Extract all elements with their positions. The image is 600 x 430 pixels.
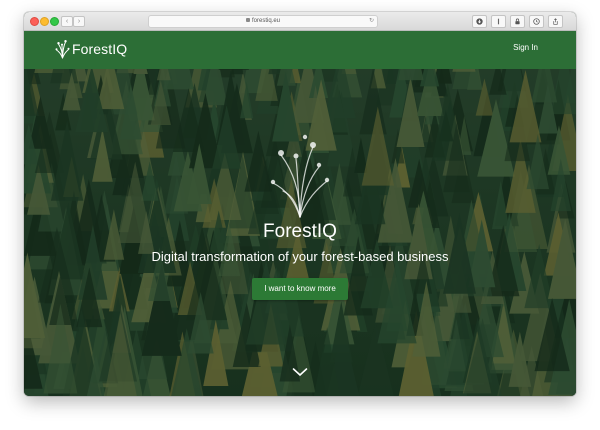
extension-icon[interactable] xyxy=(491,15,506,28)
browser-toolbar: ‹ › forestiq.eu ↻ xyxy=(24,12,576,31)
chevron-down-icon[interactable] xyxy=(292,367,308,377)
hero-plant-emblem-icon xyxy=(270,134,330,218)
maximize-window-button[interactable] xyxy=(50,17,59,26)
logo-plant-icon xyxy=(55,40,70,59)
lock-icon xyxy=(245,18,250,22)
address-url: forestiq.eu xyxy=(251,18,281,24)
close-window-button[interactable] xyxy=(30,17,39,26)
download-icon[interactable] xyxy=(472,15,487,28)
history-icon[interactable] xyxy=(529,15,544,28)
sign-in-link[interactable]: Sign In xyxy=(513,43,538,52)
logo-text: ForestIQ xyxy=(72,41,128,57)
address-bar[interactable]: forestiq.eu ↻ xyxy=(148,15,378,28)
hero-subtitle: Digital transformation of your forest-ba… xyxy=(151,249,449,264)
browser-window: ‹ › forestiq.eu ↻ ForestIQ Sign In Fores… xyxy=(24,12,576,396)
site-header: ForestIQ Sign In xyxy=(24,31,576,69)
password-icon[interactable] xyxy=(510,15,525,28)
know-more-button[interactable]: I want to know more xyxy=(252,278,348,300)
reload-icon[interactable]: ↻ xyxy=(369,16,374,27)
hero-section: ForestIQ Digital transformation of your … xyxy=(24,69,576,396)
minimize-window-button[interactable] xyxy=(40,17,49,26)
hero-title: ForestIQ xyxy=(263,221,337,242)
share-icon[interactable] xyxy=(548,15,563,28)
back-button[interactable]: ‹ xyxy=(61,16,73,27)
forward-button[interactable]: › xyxy=(73,16,85,27)
